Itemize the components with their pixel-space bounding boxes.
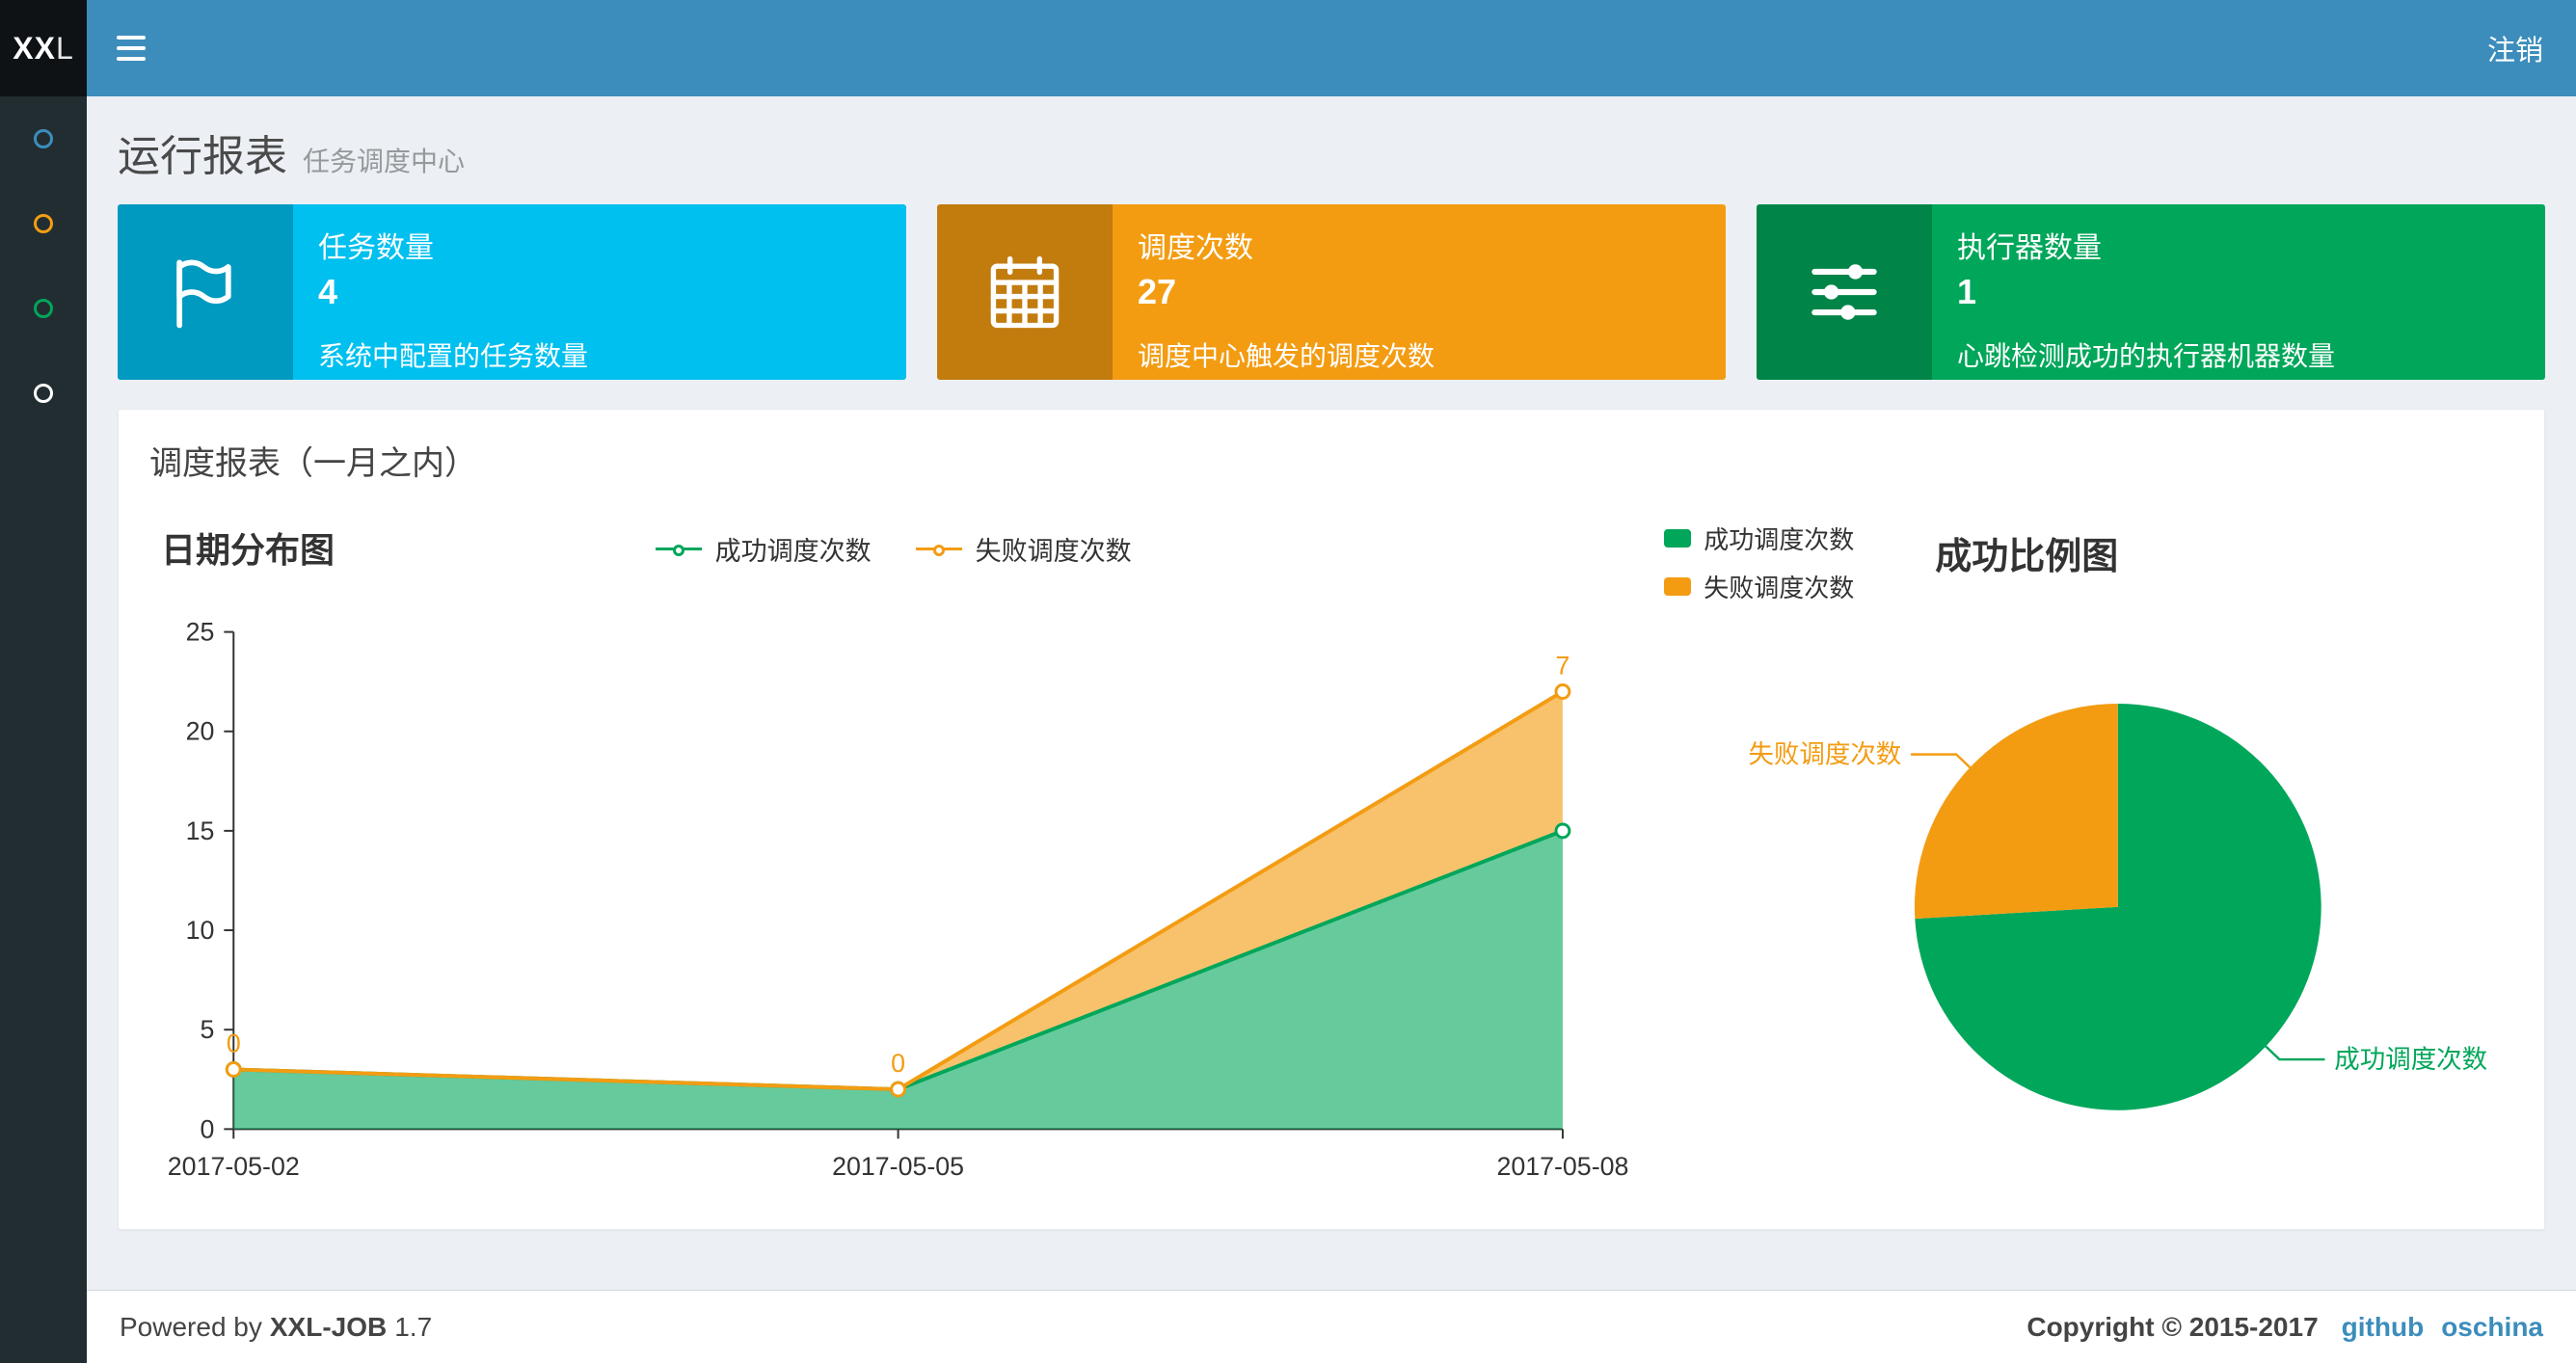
line-chart-legend: 成功调度次数 失败调度次数 [148, 513, 1639, 568]
line-series-icon [655, 545, 702, 556]
swatch-icon [1664, 529, 1692, 548]
info-box-triggers: 调度次数 27 调度中心触发的调度次数 [937, 204, 1726, 380]
swatch-icon [1664, 577, 1692, 596]
svg-text:0: 0 [891, 1049, 905, 1078]
svg-text:20: 20 [186, 717, 215, 746]
pie-chart-legend: 成功调度次数 失败调度次数 [1664, 521, 1854, 604]
legend-item-success[interactable]: 成功调度次数 [1664, 521, 1854, 556]
hamburger-icon [117, 57, 146, 61]
hamburger-icon [117, 36, 146, 40]
logout-link[interactable]: 注销 [2455, 0, 2576, 96]
copyright-text: Copyright © 2015-2017 [2026, 1311, 2319, 1342]
circle-icon [34, 214, 53, 233]
line-series-icon [915, 545, 962, 556]
page-header: 运行报表 任务调度中心 [87, 96, 2576, 204]
flag-icon [118, 204, 293, 380]
pie-chart-title: 成功比例图 [1935, 537, 2119, 577]
report-panel: 调度报表（一月之内） 日期分布图 成功调度次数 失败调度次数 0 5 10 15… [118, 409, 2545, 1230]
app-logo[interactable]: XX L [0, 0, 87, 96]
product-version: 1.7 [394, 1311, 433, 1342]
legend-label: 失败调度次数 [975, 537, 1132, 566]
legend-label: 成功调度次数 [714, 537, 872, 566]
svg-text:2017-05-02: 2017-05-02 [168, 1152, 300, 1181]
svg-text:5: 5 [201, 1015, 215, 1044]
svg-text:10: 10 [186, 916, 215, 945]
line-chart-canvas: 0 5 10 15 20 25 2017-05-02 2017-05-05 2017-05-08… [148, 584, 1639, 1196]
svg-text:失败调度次数: 失败调度次数 [1749, 739, 1902, 768]
sidebar-toggle-button[interactable] [87, 0, 175, 96]
calendar-icon [937, 204, 1113, 380]
info-box-content: 任务数量 4 系统中配置的任务数量 [293, 204, 906, 380]
panel-title: 调度报表（一月之内） [149, 445, 477, 482]
main-footer: Powered by XXL-JOB 1.7 Copyright © 2015-20… [87, 1290, 2576, 1363]
info-box-jobs: 任务数量 4 系统中配置的任务数量 [118, 204, 906, 380]
info-box-description: 系统中配置的任务数量 [318, 341, 589, 371]
svg-text:2017-05-08: 2017-05-08 [1496, 1152, 1628, 1181]
product-name: XXL-JOB [269, 1311, 388, 1342]
legend-label: 失败调度次数 [1704, 574, 1855, 602]
legend-item-fail[interactable]: 失败调度次数 [915, 530, 1132, 568]
info-box-content: 执行器数量 1 心跳检测成功的执行器机器数量 [1932, 204, 2545, 380]
svg-text:0: 0 [201, 1114, 215, 1143]
info-box-description: 调度中心触发的调度次数 [1138, 341, 1436, 371]
date-distribution-chart: 日期分布图 成功调度次数 失败调度次数 0 5 10 15 20 25 2017-05-02… [148, 513, 1639, 1196]
line-chart-title: 日期分布图 [161, 530, 335, 570]
circle-icon [34, 384, 53, 403]
info-box-value: 1 [1957, 272, 1977, 311]
circle-icon [34, 129, 53, 148]
logo-text-light: L [55, 30, 74, 66]
svg-text:25: 25 [186, 618, 215, 647]
success-ratio-chart: 成功调度次数 失败调度次数 成功比例图 成功调度次数 失败调度次数 [1639, 513, 2515, 1196]
sidebar-item-2[interactable] [0, 181, 87, 266]
summary-boxes: 任务数量 4 系统中配置的任务数量 调度次数 27 调度中心触发的调度次数 执行… [87, 204, 2576, 380]
pie-chart-canvas: 成功调度次数 失败调度次数 [1664, 604, 2515, 1171]
svg-text:2017-05-05: 2017-05-05 [832, 1152, 964, 1181]
info-box-content: 调度次数 27 调度中心触发的调度次数 [1113, 204, 1726, 380]
page-subtitle: 任务调度中心 [303, 147, 466, 176]
circle-icon [34, 299, 53, 318]
svg-text:成功调度次数: 成功调度次数 [2335, 1045, 2488, 1074]
pie-chart-header: 成功调度次数 失败调度次数 成功比例图 [1664, 513, 2515, 604]
hamburger-icon [117, 46, 146, 50]
top-navbar: XX L 注销 [0, 0, 2576, 96]
sliders-icon [1757, 204, 1932, 380]
powered-by: Powered by XXL-JOB 1.7 [120, 1312, 432, 1343]
sidebar-item-4[interactable] [0, 351, 87, 436]
svg-text:15: 15 [186, 816, 215, 845]
navbar-spacer [175, 0, 2455, 96]
legend-label: 成功调度次数 [1704, 525, 1855, 554]
sidebar-item-1[interactable] [0, 96, 87, 181]
legend-item-fail[interactable]: 失败调度次数 [1664, 569, 1854, 604]
logo-text-bold: XX [13, 30, 56, 66]
panel-body: 日期分布图 成功调度次数 失败调度次数 0 5 10 15 20 25 2017-05-02… [119, 507, 2544, 1229]
svg-text:0: 0 [227, 1029, 241, 1058]
info-box-executors: 执行器数量 1 心跳检测成功的执行器机器数量 [1757, 204, 2545, 380]
info-box-label: 执行器数量 [1957, 232, 2102, 264]
content-wrapper: 运行报表 任务调度中心 任务数量 4 系统中配置的任务数量 调度次数 27 调度… [87, 96, 2576, 1290]
line-chart-header: 日期分布图 成功调度次数 失败调度次数 [148, 513, 1639, 584]
info-box-value: 27 [1138, 272, 1177, 311]
sidebar [0, 96, 87, 1363]
info-box-label: 任务数量 [318, 232, 434, 264]
info-box-description: 心跳检测成功的执行器机器数量 [1957, 341, 2336, 371]
svg-text:7: 7 [1555, 652, 1570, 681]
sidebar-item-3[interactable] [0, 266, 87, 351]
oschina-link[interactable]: oschina [2441, 1312, 2543, 1343]
github-link[interactable]: github [2342, 1312, 2425, 1343]
copyright-area: Copyright © 2015-2017 github oschina [2026, 1312, 2543, 1343]
info-box-label: 调度次数 [1138, 232, 1253, 264]
page-title: 运行报表 [118, 133, 287, 180]
legend-item-success[interactable]: 成功调度次数 [655, 530, 872, 568]
info-box-value: 4 [318, 272, 338, 311]
powered-by-prefix: Powered by [120, 1311, 262, 1342]
